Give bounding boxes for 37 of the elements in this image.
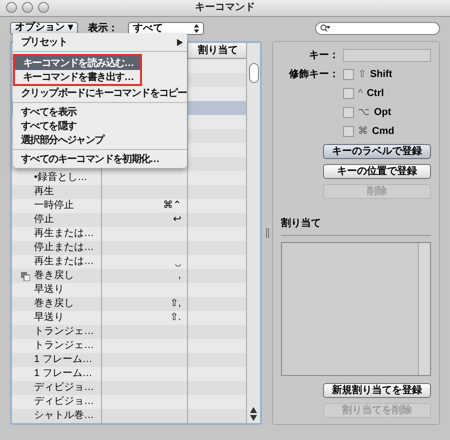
view-label: 表示： (88, 22, 118, 36)
command-name: 停止または… (34, 241, 94, 255)
modifier-symbol: ⌘ (358, 124, 368, 138)
command-name: 再生 (34, 185, 54, 199)
key-shortcut: ⇧, (170, 297, 181, 311)
command-name: ディビジョ… (34, 395, 94, 409)
command-name: 巻き戻し (34, 297, 74, 311)
key-shortcut: ‿ (175, 255, 181, 269)
section-title: 割り当て (281, 218, 321, 229)
key-shortcut: , (178, 269, 181, 283)
command-name: 巻き戻し (34, 269, 74, 283)
command-name: •録音とし… (34, 171, 88, 185)
modifier-label: 修飾キー： (289, 68, 339, 80)
modifier-option: Cmd (372, 124, 394, 138)
command-name: トランジェ… (34, 339, 94, 353)
window-title: キーコマンド (195, 1, 255, 16)
key-shortcut: ⇧. (170, 311, 181, 325)
modifier-option: Shift (370, 66, 392, 82)
key-label: キー： (308, 49, 339, 63)
modifier-symbol: ^ (358, 86, 363, 100)
command-name: 停止 (34, 213, 54, 227)
command-name: 一時停止 (34, 199, 74, 213)
command-name: 1 フレーム… (34, 353, 92, 367)
command-name: 再生または… (34, 255, 94, 269)
modifier-option: Opt (374, 104, 392, 120)
command-name: 早送り (34, 283, 64, 297)
command-name: 1 フレーム… (34, 367, 92, 381)
modifier-option: Ctrl (366, 86, 384, 100)
key-shortcut: ↩ (173, 213, 181, 227)
key-shortcut: ⌘⌃ (163, 199, 181, 213)
command-name: ディビジョ… (34, 381, 94, 395)
command-name: シャトル巻… (34, 409, 94, 423)
command-name: 早送り (34, 311, 64, 325)
modifier-symbol: ⇧ (358, 68, 366, 82)
command-name: トランジェ… (34, 325, 94, 339)
command-name: 再生または… (34, 227, 94, 241)
modifier-symbol: ⌥ (358, 106, 370, 120)
